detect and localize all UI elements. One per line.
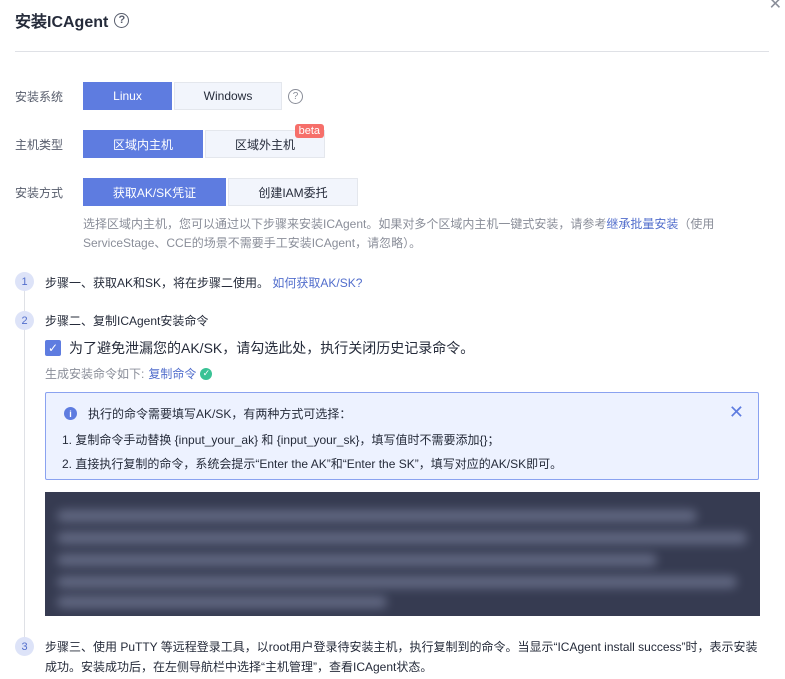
copy-command-link[interactable]: 复制命令: [148, 365, 196, 382]
step-3-number: 3: [15, 637, 34, 656]
option-iam-delegation[interactable]: 创建IAM委托: [228, 178, 358, 206]
option-out-region-label: 区域外主机: [234, 137, 295, 152]
info-line-1: 1. 复制命令手动替换 {input_your_ak} 和 {input_you…: [62, 433, 500, 447]
install-system-row: 安装系统 Linux Windows ?: [15, 82, 303, 110]
blurred-command-line: [57, 532, 747, 544]
info-icon: i: [64, 407, 77, 420]
step-connector: [24, 285, 25, 640]
option-in-region-host[interactable]: 区域内主机: [83, 130, 203, 158]
option-linux[interactable]: Linux: [83, 82, 172, 110]
desc-text-before: 选择区域内主机，您可以通过以下步骤来安装ICAgent。如果对多个区域内主机一键…: [83, 217, 607, 231]
dialog-title-text: 安装ICAgent: [15, 14, 109, 31]
option-windows[interactable]: Windows: [174, 82, 282, 110]
batch-install-link[interactable]: 继承批量安装: [606, 217, 678, 231]
help-icon[interactable]: ?: [114, 12, 130, 28]
dialog-title: 安装ICAgent ?: [15, 8, 130, 32]
close-history-checkbox-row[interactable]: ✓ 为了避免泄漏您的AK/SK，请勾选此处，执行关闭历史记录命令。: [45, 338, 474, 358]
info-alert: i 执行的命令需要填写AK/SK，有两种方式可选择： 1. 复制命令手动替换 {…: [45, 392, 759, 480]
success-check-icon: ✓: [200, 367, 213, 380]
install-description: 选择区域内主机，您可以通过以下步骤来安装ICAgent。如果对多个区域内主机一键…: [83, 215, 733, 253]
host-type-label: 主机类型: [15, 137, 64, 152]
close-icon[interactable]: ✕: [769, 0, 782, 14]
step-1-text: 步骤一、获取AK和SK，将在步骤二使用。 如何获取AK/SK?: [45, 274, 362, 291]
install-method-row: 安装方式 获取AK/SK凭证 创建IAM委托: [15, 178, 358, 206]
host-type-row: 主机类型 区域内主机 区域外主机 beta: [15, 124, 325, 158]
generate-command-row: 生成安装命令如下: 复制命令 ✓: [45, 365, 213, 382]
step-1-number: 1: [15, 272, 34, 291]
step-2-number: 2: [15, 311, 34, 330]
header-divider: [15, 51, 769, 52]
info-title: 执行的命令需要填写AK/SK，有两种方式可选择：: [88, 407, 352, 421]
get-aksk-link[interactable]: 如何获取AK/SK?: [272, 276, 362, 290]
install-method-label: 安装方式: [15, 185, 64, 200]
step-3-text: 步骤三、使用 PuTTY 等远程登录工具，以root用户登录待安装主机，执行复制…: [45, 640, 758, 674]
info-line-2: 2. 直接执行复制的命令，系统会提示“Enter the AK”和“Enter …: [62, 457, 563, 471]
blurred-command-line: [57, 510, 697, 522]
option-aksk[interactable]: 获取AK/SK凭证: [83, 178, 226, 206]
step-2-label: 步骤二、复制ICAgent安装命令: [45, 314, 209, 328]
close-icon[interactable]: ✕: [729, 402, 744, 423]
step-1-label: 步骤一、获取AK和SK，将在步骤二使用。: [45, 276, 270, 290]
blurred-command-line: [57, 576, 737, 588]
option-out-region-host[interactable]: 区域外主机 beta: [205, 124, 325, 158]
close-history-checkbox[interactable]: ✓: [45, 340, 61, 356]
beta-badge: beta: [294, 124, 324, 138]
blurred-command-line: [57, 554, 657, 566]
help-icon[interactable]: ?: [288, 88, 303, 104]
blurred-command-line: [57, 596, 387, 608]
close-history-label: 为了避免泄漏您的AK/SK，请勾选此处，执行关闭历史记录命令。: [69, 340, 475, 356]
generate-label: 生成安装命令如下:: [45, 367, 145, 381]
install-system-label: 安装系统: [15, 89, 64, 104]
command-code-block[interactable]: [45, 492, 760, 616]
